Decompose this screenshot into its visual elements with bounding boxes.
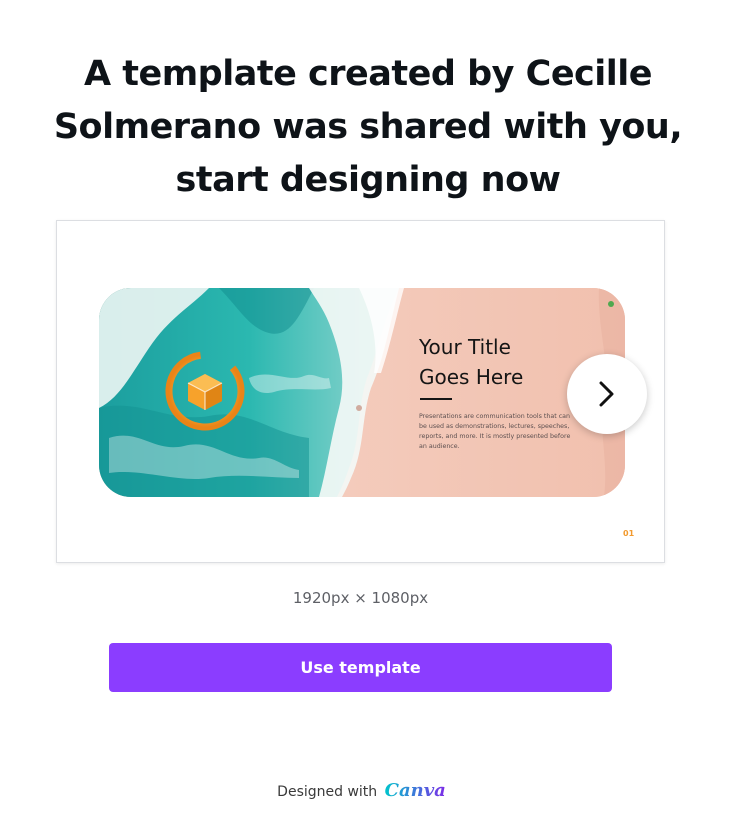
template-dimensions: 1920px × 1080px	[292, 589, 429, 607]
slide-title: Your Title Goes Here	[419, 335, 524, 389]
use-template-button[interactable]: Use template	[109, 643, 612, 692]
beach-aerial-photo	[99, 288, 625, 497]
chevron-right-icon	[599, 381, 614, 407]
template-preview-card[interactable]: Your Title Goes Here Presentations are c…	[56, 220, 665, 563]
next-slide-button[interactable]	[567, 354, 647, 434]
slide-page-number: 01	[623, 529, 635, 538]
canva-logo[interactable]: Canva	[385, 780, 446, 801]
footer: Designed with Canva	[0, 780, 723, 801]
shared-template-page: A template created by Cecille Solmerano …	[0, 0, 736, 839]
slide-body-text: Presentations are communication tools th…	[419, 413, 571, 450]
title-underline	[420, 398, 452, 400]
designed-with-label: Designed with	[277, 784, 378, 800]
page-title: A template created by Cecille Solmerano …	[53, 54, 683, 200]
slide-banner: Your Title Goes Here Presentations are c…	[99, 288, 625, 497]
